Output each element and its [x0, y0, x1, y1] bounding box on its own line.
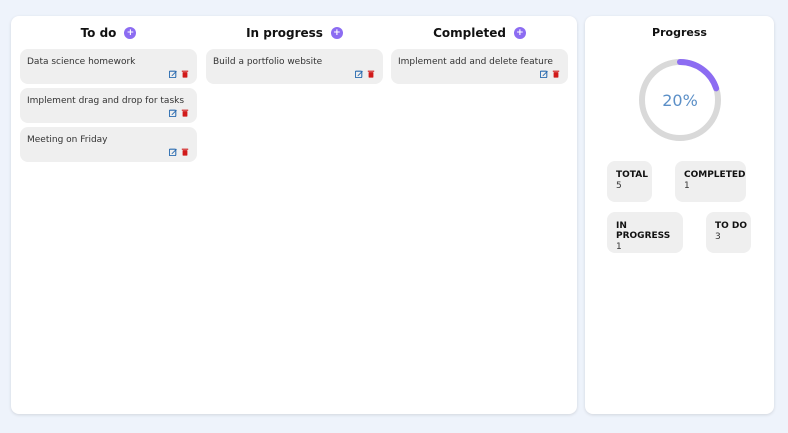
stat-label: TO DO [715, 221, 748, 231]
task-text: Implement drag and drop for tasks [27, 96, 185, 106]
task-card[interactable]: Meeting on Friday [20, 127, 197, 162]
progress-ring: 20% [636, 56, 724, 144]
edit-icon[interactable] [169, 70, 177, 78]
stat-value: 1 [616, 242, 622, 252]
task-text: Data science homework [27, 57, 136, 67]
task-text: Build a portfolio website [213, 57, 323, 67]
edit-icon[interactable] [169, 148, 177, 156]
progress-title: Progress [652, 26, 707, 39]
column-title: Completed [433, 26, 506, 40]
stat-to-do: TO DO 3 [706, 212, 751, 253]
edit-icon[interactable] [355, 70, 363, 78]
task-actions [355, 70, 375, 78]
task-list: Data science homework Implement drag and… [20, 49, 197, 162]
column-title: To do [80, 26, 117, 40]
stat-value: 5 [616, 181, 622, 191]
stat-value: 1 [684, 181, 690, 191]
task-text: Implement add and delete feature [398, 57, 553, 67]
stat-total: TOTAL 5 [607, 161, 652, 202]
add-task-plus-icon[interactable]: + [513, 27, 526, 39]
task-card[interactable]: Implement drag and drop for tasks [20, 88, 197, 123]
edit-icon[interactable] [169, 109, 177, 117]
stat-value: 3 [715, 232, 721, 242]
stat-completed: COMPLETED 1 [675, 161, 746, 202]
column-header: To do + [20, 16, 197, 49]
stat-label: IN PROGRESS [616, 221, 671, 241]
task-card[interactable]: Build a portfolio website [206, 49, 383, 84]
task-list: Build a portfolio website [206, 49, 383, 84]
column-in-progress: In progress + Build a portfolio website [206, 16, 383, 88]
column-title: In progress [246, 26, 323, 40]
task-text: Meeting on Friday [27, 135, 108, 145]
column-header: In progress + [206, 16, 383, 49]
trash-icon[interactable] [181, 70, 189, 78]
trash-icon[interactable] [181, 109, 189, 117]
task-actions [169, 148, 189, 156]
task-list: Implement add and delete feature [391, 49, 568, 84]
task-actions [169, 70, 189, 78]
task-actions [540, 70, 560, 78]
column-completed: Completed + Implement add and delete fea… [391, 16, 568, 88]
kanban-board: To do + Data science homework Implement … [11, 16, 577, 414]
trash-icon[interactable] [552, 70, 560, 78]
stat-label: COMPLETED [684, 170, 746, 180]
add-task-plus-icon[interactable]: + [330, 27, 343, 39]
edit-icon[interactable] [540, 70, 548, 78]
trash-icon[interactable] [367, 70, 375, 78]
stat-label: TOTAL [616, 170, 648, 180]
task-card[interactable]: Data science homework [20, 49, 197, 84]
column-to-do: To do + Data science homework Implement … [20, 16, 197, 166]
task-card[interactable]: Implement add and delete feature [391, 49, 568, 84]
progress-panel: Progress 20% TOTAL 5 COMPLETED 1 IN PROG… [585, 16, 774, 414]
progress-percent-label: 20% [662, 90, 698, 110]
stat-in-progress: IN PROGRESS 1 [607, 212, 683, 253]
task-actions [169, 109, 189, 117]
column-header: Completed + [391, 16, 568, 49]
add-task-plus-icon[interactable]: + [124, 27, 137, 39]
trash-icon[interactable] [181, 148, 189, 156]
